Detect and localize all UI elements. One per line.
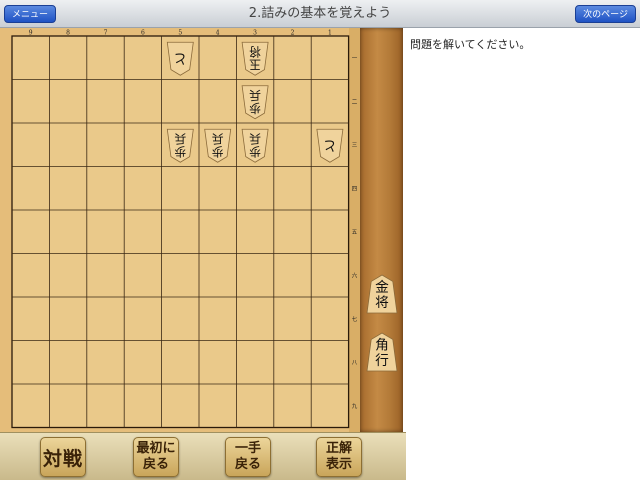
file-label: 8 bbox=[66, 30, 70, 37]
piece-label-char: 行 bbox=[375, 353, 389, 369]
file-label: 1 bbox=[328, 30, 332, 37]
file-label: 2 bbox=[291, 30, 295, 37]
file-label: 7 bbox=[104, 30, 108, 37]
rank-label: 五 bbox=[352, 229, 358, 236]
board-grid[interactable]: 9 8 7 6 5 4 3 2 1一二三四五六七八九と 玉将歩兵歩兵歩兵歩兵と bbox=[0, 28, 360, 432]
piece-label-char: 兵 bbox=[174, 132, 186, 146]
piece-label: と bbox=[173, 50, 187, 66]
file-label: 3 bbox=[253, 30, 257, 37]
board-surface[interactable] bbox=[11, 35, 350, 429]
rank-label: 三 bbox=[352, 142, 358, 149]
piece-label-char: 歩 bbox=[212, 145, 224, 159]
page-title: 2.詰みの基本を覚えよう bbox=[248, 6, 392, 21]
file-label: 6 bbox=[141, 30, 145, 37]
control-bar: 対戦 最初に 戻る 一手 戻る 正解 表示 bbox=[0, 432, 406, 480]
piece-label-char: 兵 bbox=[249, 88, 261, 102]
rank-label: 四 bbox=[352, 185, 358, 192]
back-to-start-button[interactable]: 最初に 戻る bbox=[133, 437, 179, 477]
piece-label-char: 兵 bbox=[249, 132, 261, 146]
rank-label: 一 bbox=[352, 56, 358, 62]
rank-label: 八 bbox=[352, 360, 358, 366]
rank-label: 七 bbox=[352, 315, 358, 323]
rank-label: 六 bbox=[352, 271, 358, 279]
shogi-board[interactable]: 987654321一二三四五六七八九と玉将歩兵歩兵歩兵歩兵と bbox=[0, 28, 360, 432]
back-to-start-label: 最初に 戻る bbox=[136, 441, 176, 472]
file-label: 5 bbox=[178, 30, 182, 37]
show-answer-label: 正解 表示 bbox=[325, 441, 352, 472]
piece-label-char: 将 bbox=[375, 295, 389, 311]
rank-label: 九 bbox=[352, 402, 358, 410]
instruction-text: 問題を解いてください。 bbox=[410, 38, 531, 51]
rank-label: 二 bbox=[352, 99, 358, 105]
match-button[interactable]: 対戦 bbox=[40, 437, 86, 477]
undo-move-button[interactable]: 一手 戻る bbox=[225, 437, 271, 477]
hand-pieces[interactable]: 金将角行 bbox=[360, 28, 403, 432]
hand-piece[interactable]: 角行 bbox=[366, 332, 398, 372]
piece-label-char: 玉 bbox=[249, 58, 261, 72]
undo-move-label: 一手 戻る bbox=[234, 441, 261, 472]
piece-label: と bbox=[323, 137, 337, 153]
next-page-button[interactable]: 次のページ bbox=[575, 5, 636, 23]
piece-label-char: 歩 bbox=[249, 101, 261, 115]
pieces-in-hand-stand[interactable]: 金将角行 bbox=[360, 28, 403, 432]
piece-label-char: 金 bbox=[375, 280, 389, 296]
piece-label-char: 角 bbox=[375, 338, 389, 354]
file-label: 4 bbox=[216, 30, 220, 37]
show-answer-button[interactable]: 正解 表示 bbox=[316, 437, 362, 477]
file-label: 9 bbox=[29, 30, 33, 37]
match-button-label: 対戦 bbox=[42, 447, 83, 470]
piece-label-char: 兵 bbox=[212, 132, 224, 146]
hand-piece[interactable]: 金将 bbox=[366, 274, 398, 314]
piece-label-char: 歩 bbox=[249, 145, 261, 159]
piece-label-char: 歩 bbox=[174, 145, 186, 159]
piece-label-char: 将 bbox=[249, 45, 261, 59]
navigation-bar: メニュー 2.詰みの基本を覚えよう 次のページ bbox=[0, 0, 640, 28]
